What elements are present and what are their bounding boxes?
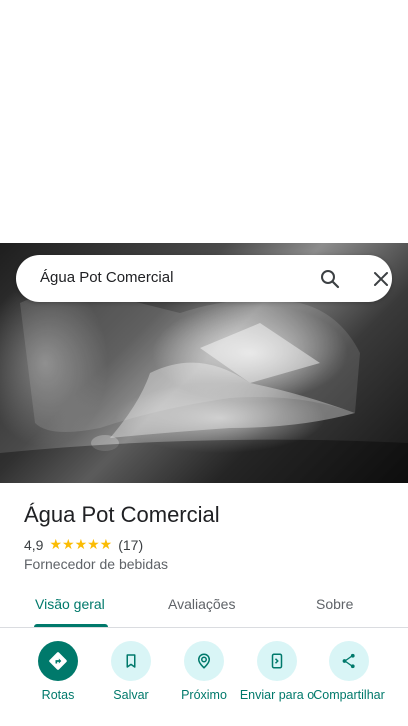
rating-row[interactable]: 4,9 ★★★★★ (17) xyxy=(24,536,143,553)
share-button[interactable]: Compartilhar xyxy=(309,641,389,702)
save-label: Salvar xyxy=(113,688,149,702)
send-to-phone-icon xyxy=(257,641,297,681)
directions-button[interactable]: Rotas xyxy=(18,641,98,702)
place-title: Água Pot Comercial xyxy=(24,502,220,527)
place-tabs: Visão geral Avaliações Sobre xyxy=(0,585,408,628)
place-category: Fornecedor de bebidas xyxy=(24,556,168,572)
tab-indicator xyxy=(34,624,108,627)
bookmark-icon xyxy=(111,641,151,681)
save-button[interactable]: Salvar xyxy=(91,641,171,702)
tab-reviews[interactable]: Avaliações xyxy=(168,596,235,612)
share-icon xyxy=(329,641,369,681)
directions-icon xyxy=(38,641,78,681)
directions-label: Rotas xyxy=(41,688,75,702)
rating-value: 4,9 xyxy=(24,536,44,553)
tab-about[interactable]: Sobre xyxy=(316,596,353,612)
review-count[interactable]: (17) xyxy=(118,537,143,553)
rating-stars: ★★★★★ xyxy=(49,536,113,552)
nearby-label: Próximo xyxy=(181,688,227,702)
search-bar[interactable]: Água Pot Comercial xyxy=(16,255,392,302)
send-to-phone-button[interactable]: Enviar para o xyxy=(237,641,317,702)
nearby-button[interactable]: Próximo xyxy=(164,641,244,702)
tab-overview[interactable]: Visão geral xyxy=(35,596,105,612)
search-input[interactable]: Água Pot Comercial xyxy=(40,269,173,286)
share-label: Compartilhar xyxy=(313,688,385,702)
nearby-icon xyxy=(184,641,224,681)
search-icon[interactable] xyxy=(318,267,342,291)
close-icon[interactable] xyxy=(369,267,393,291)
send-to-phone-label: Enviar para o xyxy=(239,688,315,702)
